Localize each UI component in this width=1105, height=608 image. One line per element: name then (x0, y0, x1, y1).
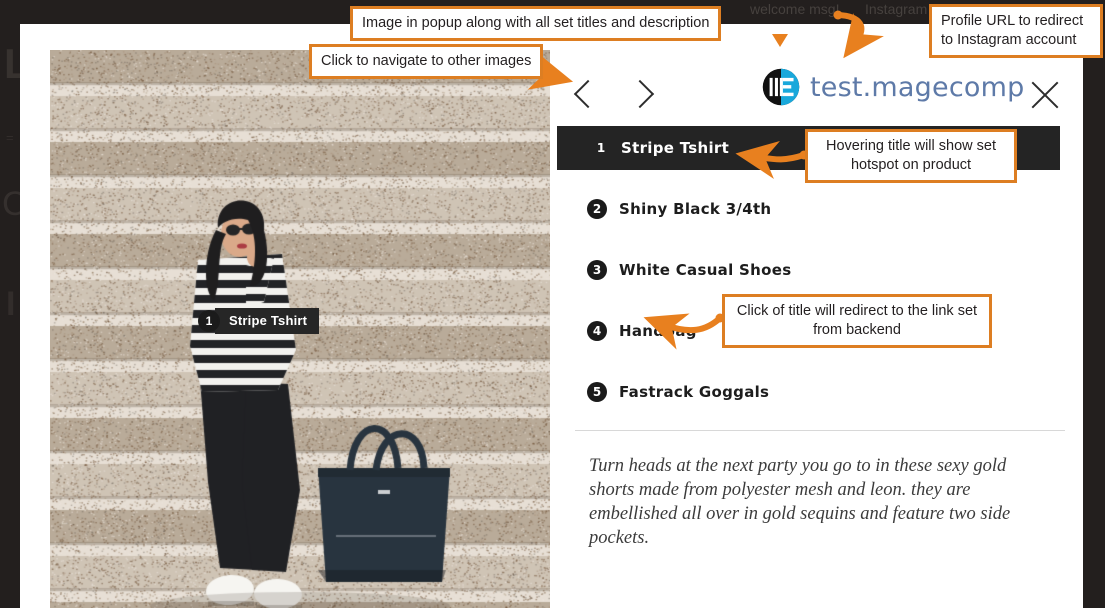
arrow-click (665, 318, 720, 330)
arrow-profile-dot (834, 11, 843, 20)
arrow-image-popup (772, 34, 788, 47)
annotation-image-popup: Image in popup along with all set titles… (350, 6, 721, 41)
annotation-click-title: Click of title will redirect to the link… (722, 294, 992, 348)
arrow-profile (838, 15, 861, 40)
annotation-profile-url: Profile URL to redirect to Instagram acc… (929, 4, 1103, 58)
screenshot-root: welcome msg! Instagram L = Ca I 1 Stripe… (0, 0, 1105, 608)
annotation-navigate: Click to navigate to other images (309, 44, 543, 79)
arrow-hover (758, 155, 804, 159)
annotation-hover-title: Hovering title will show set hotspot on … (805, 129, 1017, 183)
